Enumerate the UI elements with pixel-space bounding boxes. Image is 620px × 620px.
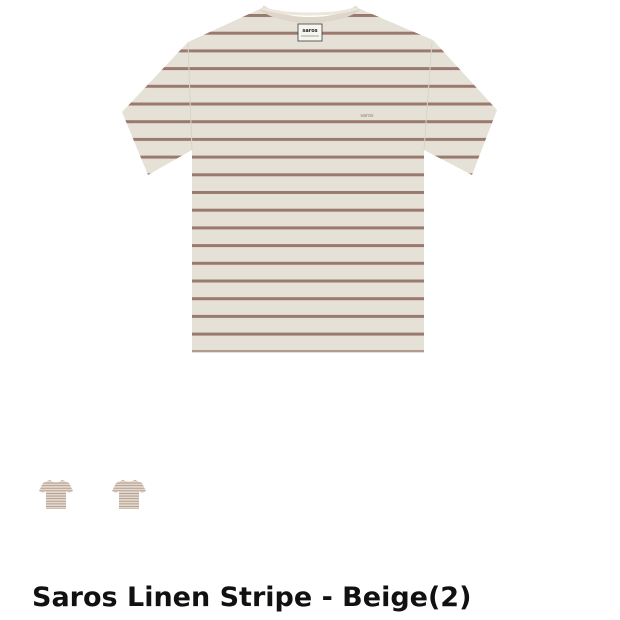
product-main-image: saros saros xyxy=(0,0,620,440)
chest-logo-text: saros xyxy=(360,113,374,119)
t-shirt-icon: saros saros xyxy=(122,5,497,353)
shirt-body xyxy=(122,8,497,352)
neck-label-text: saros xyxy=(302,28,317,34)
product-title: Saros Linen Stripe - Beige(2) xyxy=(32,582,472,613)
t-shirt-thumbnail-front[interactable] xyxy=(36,476,76,516)
brand-neck-label: saros xyxy=(297,23,323,42)
t-shirt-thumbnail-back[interactable] xyxy=(109,476,149,516)
